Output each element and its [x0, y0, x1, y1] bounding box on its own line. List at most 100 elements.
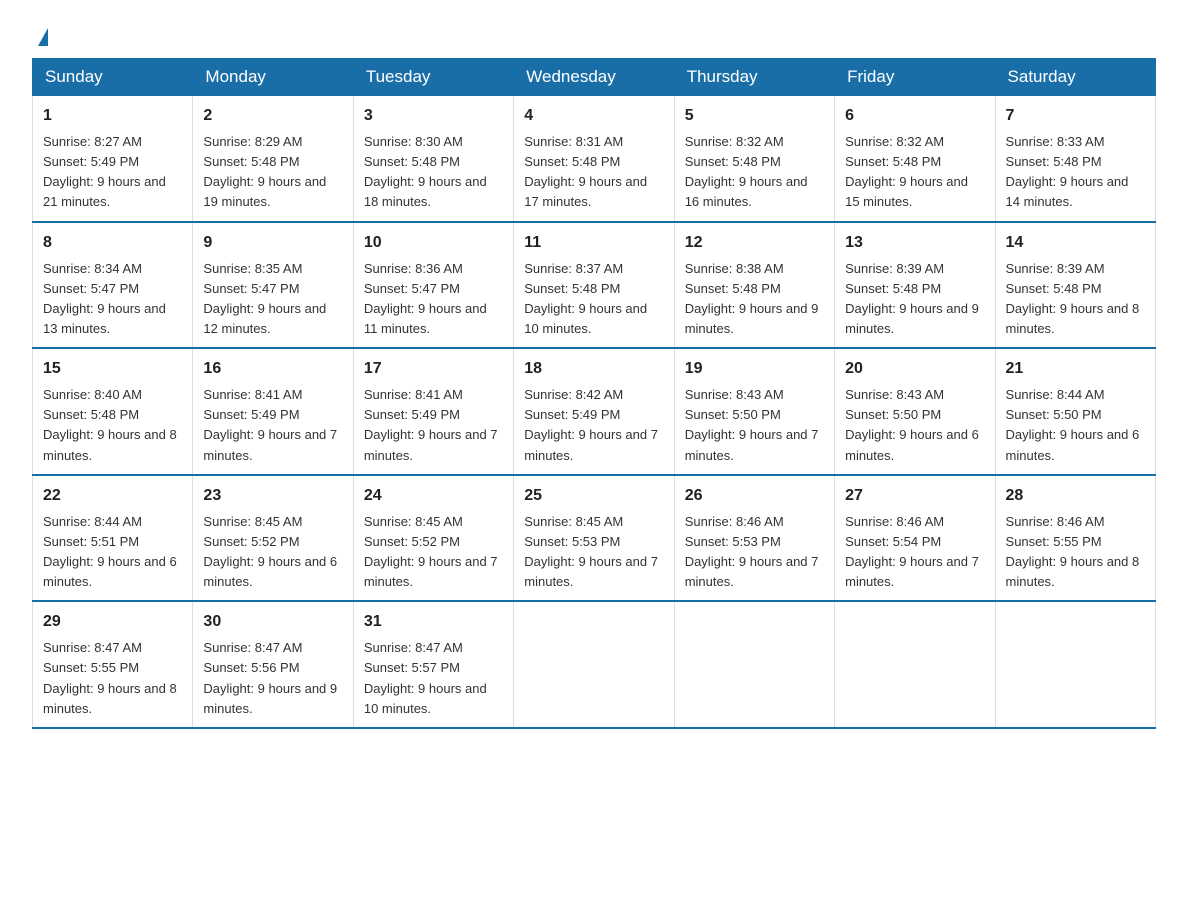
calendar-cell: 6 Sunrise: 8:32 AMSunset: 5:48 PMDaylight… [835, 96, 995, 222]
calendar-cell: 11 Sunrise: 8:37 AMSunset: 5:48 PMDayligh… [514, 222, 674, 349]
calendar-cell: 16 Sunrise: 8:41 AMSunset: 5:49 PMDayligh… [193, 348, 353, 475]
calendar-cell: 18 Sunrise: 8:42 AMSunset: 5:49 PMDayligh… [514, 348, 674, 475]
day-number: 10 [364, 231, 503, 255]
calendar-cell: 20 Sunrise: 8:43 AMSunset: 5:50 PMDayligh… [835, 348, 995, 475]
day-info: Sunrise: 8:45 AMSunset: 5:53 PMDaylight:… [524, 514, 658, 589]
day-number: 15 [43, 357, 182, 381]
day-info: Sunrise: 8:46 AMSunset: 5:55 PMDaylight:… [1006, 514, 1140, 589]
day-number: 30 [203, 610, 342, 634]
day-number: 12 [685, 231, 824, 255]
day-info: Sunrise: 8:42 AMSunset: 5:49 PMDaylight:… [524, 387, 658, 462]
day-number: 14 [1006, 231, 1145, 255]
calendar-cell: 7 Sunrise: 8:33 AMSunset: 5:48 PMDaylight… [995, 96, 1155, 222]
day-info: Sunrise: 8:45 AMSunset: 5:52 PMDaylight:… [364, 514, 498, 589]
calendar-cell: 31Sunrise: 8:47 AMSunset: 5:57 PMDayligh… [353, 601, 513, 728]
calendar-cell: 15 Sunrise: 8:40 AMSunset: 5:48 PMDayligh… [33, 348, 193, 475]
day-number: 3 [364, 104, 503, 128]
day-number: 29 [43, 610, 182, 634]
day-number: 18 [524, 357, 663, 381]
header-day-friday: Friday [835, 59, 995, 96]
day-number: 25 [524, 484, 663, 508]
day-info: Sunrise: 8:47 AMSunset: 5:55 PMDaylight:… [43, 640, 177, 715]
calendar-cell: 23 Sunrise: 8:45 AMSunset: 5:52 PMDayligh… [193, 475, 353, 602]
header-day-monday: Monday [193, 59, 353, 96]
day-number: 6 [845, 104, 984, 128]
header-day-sunday: Sunday [33, 59, 193, 96]
calendar-cell [835, 601, 995, 728]
day-number: 21 [1006, 357, 1145, 381]
calendar-cell [995, 601, 1155, 728]
calendar-cell: 24 Sunrise: 8:45 AMSunset: 5:52 PMDayligh… [353, 475, 513, 602]
day-info: Sunrise: 8:39 AMSunset: 5:48 PMDaylight:… [845, 261, 979, 336]
calendar-week-row: 8 Sunrise: 8:34 AMSunset: 5:47 PMDaylight… [33, 222, 1156, 349]
day-number: 13 [845, 231, 984, 255]
day-number: 24 [364, 484, 503, 508]
day-number: 7 [1006, 104, 1145, 128]
day-info: Sunrise: 8:45 AMSunset: 5:52 PMDaylight:… [203, 514, 337, 589]
header-day-tuesday: Tuesday [353, 59, 513, 96]
day-info: Sunrise: 8:37 AMSunset: 5:48 PMDaylight:… [524, 261, 647, 336]
day-info: Sunrise: 8:46 AMSunset: 5:53 PMDaylight:… [685, 514, 819, 589]
calendar-cell: 8 Sunrise: 8:34 AMSunset: 5:47 PMDaylight… [33, 222, 193, 349]
logo-triangle-icon [38, 28, 48, 46]
calendar-week-row: 29 Sunrise: 8:47 AMSunset: 5:55 PMDayligh… [33, 601, 1156, 728]
day-number: 4 [524, 104, 663, 128]
day-info: Sunrise: 8:38 AMSunset: 5:48 PMDaylight:… [685, 261, 819, 336]
day-info: Sunrise: 8:33 AMSunset: 5:48 PMDaylight:… [1006, 134, 1129, 209]
calendar-cell: 17 Sunrise: 8:41 AMSunset: 5:49 PMDayligh… [353, 348, 513, 475]
day-number: 22 [43, 484, 182, 508]
calendar-cell: 30 Sunrise: 8:47 AMSunset: 5:56 PMDayligh… [193, 601, 353, 728]
day-info: Sunrise: 8:46 AMSunset: 5:54 PMDaylight:… [845, 514, 979, 589]
calendar-week-row: 22 Sunrise: 8:44 AMSunset: 5:51 PMDayligh… [33, 475, 1156, 602]
day-info: Sunrise: 8:34 AMSunset: 5:47 PMDaylight:… [43, 261, 166, 336]
logo-blue-text [32, 28, 48, 46]
calendar-cell: 14 Sunrise: 8:39 AMSunset: 5:48 PMDayligh… [995, 222, 1155, 349]
day-info: Sunrise: 8:40 AMSunset: 5:48 PMDaylight:… [43, 387, 177, 462]
calendar-cell: 25 Sunrise: 8:45 AMSunset: 5:53 PMDayligh… [514, 475, 674, 602]
calendar-cell: 10 Sunrise: 8:36 AMSunset: 5:47 PMDayligh… [353, 222, 513, 349]
calendar-week-row: 15 Sunrise: 8:40 AMSunset: 5:48 PMDayligh… [33, 348, 1156, 475]
calendar-cell: 22 Sunrise: 8:44 AMSunset: 5:51 PMDayligh… [33, 475, 193, 602]
header-day-saturday: Saturday [995, 59, 1155, 96]
calendar-header-row: SundayMondayTuesdayWednesdayThursdayFrid… [33, 59, 1156, 96]
day-number: 17 [364, 357, 503, 381]
calendar-cell: 9Sunrise: 8:35 AMSunset: 5:47 PMDaylight… [193, 222, 353, 349]
day-number: 28 [1006, 484, 1145, 508]
calendar-cell: 19Sunrise: 8:43 AMSunset: 5:50 PMDayligh… [674, 348, 834, 475]
calendar-cell: 28 Sunrise: 8:46 AMSunset: 5:55 PMDayligh… [995, 475, 1155, 602]
day-info: Sunrise: 8:32 AMSunset: 5:48 PMDaylight:… [845, 134, 968, 209]
day-info: Sunrise: 8:32 AMSunset: 5:48 PMDaylight:… [685, 134, 808, 209]
calendar-table: SundayMondayTuesdayWednesdayThursdayFrid… [32, 58, 1156, 729]
day-info: Sunrise: 8:35 AMSunset: 5:47 PMDaylight:… [203, 261, 326, 336]
day-number: 20 [845, 357, 984, 381]
day-number: 27 [845, 484, 984, 508]
day-info: Sunrise: 8:41 AMSunset: 5:49 PMDaylight:… [203, 387, 337, 462]
day-number: 16 [203, 357, 342, 381]
calendar-cell: 2Sunrise: 8:29 AMSunset: 5:48 PMDaylight… [193, 96, 353, 222]
day-info: Sunrise: 8:39 AMSunset: 5:48 PMDaylight:… [1006, 261, 1140, 336]
day-info: Sunrise: 8:30 AMSunset: 5:48 PMDaylight:… [364, 134, 487, 209]
day-info: Sunrise: 8:44 AMSunset: 5:51 PMDaylight:… [43, 514, 177, 589]
calendar-cell: 13 Sunrise: 8:39 AMSunset: 5:48 PMDayligh… [835, 222, 995, 349]
day-info: Sunrise: 8:27 AMSunset: 5:49 PMDaylight:… [43, 134, 166, 209]
day-info: Sunrise: 8:43 AMSunset: 5:50 PMDaylight:… [845, 387, 979, 462]
logo [32, 24, 48, 46]
day-number: 1 [43, 104, 182, 128]
calendar-cell: 27 Sunrise: 8:46 AMSunset: 5:54 PMDayligh… [835, 475, 995, 602]
calendar-cell: 29 Sunrise: 8:47 AMSunset: 5:55 PMDayligh… [33, 601, 193, 728]
day-info: Sunrise: 8:44 AMSunset: 5:50 PMDaylight:… [1006, 387, 1140, 462]
calendar-cell: 3 Sunrise: 8:30 AMSunset: 5:48 PMDaylight… [353, 96, 513, 222]
calendar-cell: 4Sunrise: 8:31 AMSunset: 5:48 PMDaylight… [514, 96, 674, 222]
calendar-cell [674, 601, 834, 728]
day-info: Sunrise: 8:47 AMSunset: 5:56 PMDaylight:… [203, 640, 337, 715]
calendar-cell: 26 Sunrise: 8:46 AMSunset: 5:53 PMDayligh… [674, 475, 834, 602]
day-info: Sunrise: 8:36 AMSunset: 5:47 PMDaylight:… [364, 261, 487, 336]
day-info: Sunrise: 8:41 AMSunset: 5:49 PMDaylight:… [364, 387, 498, 462]
calendar-cell: 12 Sunrise: 8:38 AMSunset: 5:48 PMDayligh… [674, 222, 834, 349]
day-number: 31 [364, 610, 503, 634]
day-number: 26 [685, 484, 824, 508]
page-header [32, 24, 1156, 46]
day-number: 8 [43, 231, 182, 255]
day-number: 11 [524, 231, 663, 255]
day-number: 23 [203, 484, 342, 508]
